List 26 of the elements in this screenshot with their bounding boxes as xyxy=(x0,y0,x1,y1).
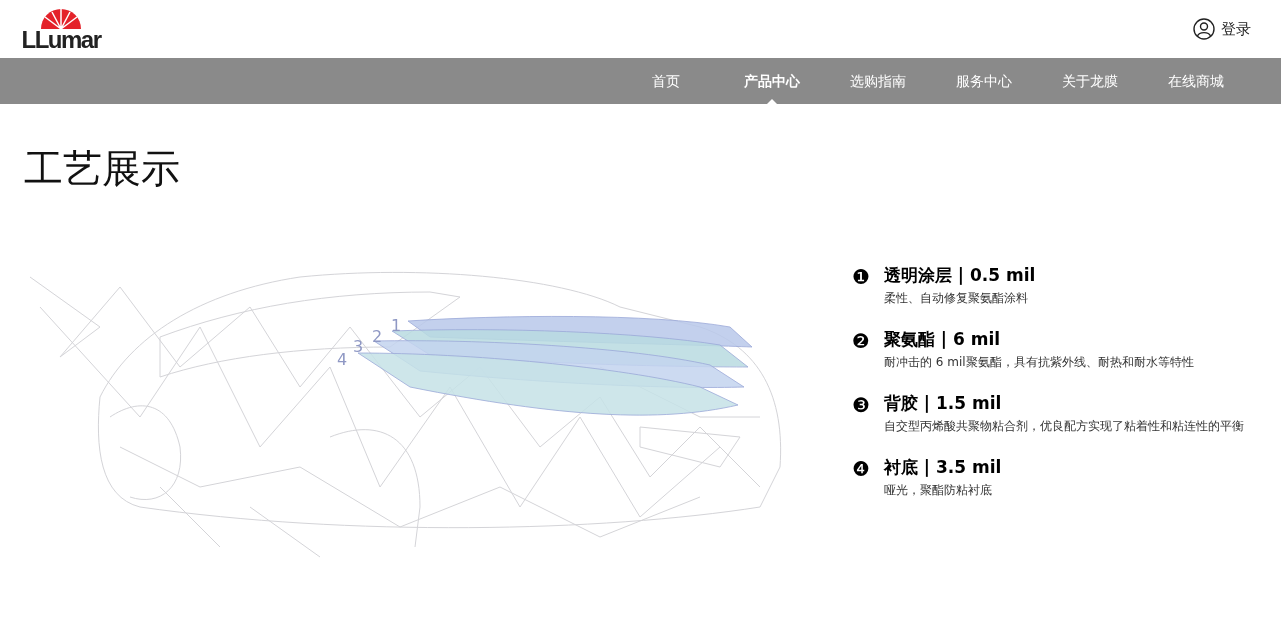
layer-title: 透明涂层 | 0.5 mil xyxy=(883,263,1036,287)
layer-title: 衬底 | 3.5 mil xyxy=(883,455,1002,479)
layer-description: 耐冲击的 6 mil聚氨酯，具有抗紫外线、耐热和耐水等特性 xyxy=(883,353,1194,371)
number-marker: ❶ xyxy=(852,264,870,289)
number-marker: ❹ xyxy=(852,456,870,481)
user-icon xyxy=(1193,18,1215,40)
layer-number: 2 xyxy=(372,326,383,346)
nav-link[interactable]: 选购指南 xyxy=(825,58,931,104)
number-marker: ❸ xyxy=(852,392,870,417)
nav-link[interactable]: 首页 xyxy=(613,58,719,104)
layer-number: 4 xyxy=(337,349,348,369)
number-marker: ❷ xyxy=(852,328,870,353)
nav-link[interactable]: 关于龙膜 xyxy=(1037,58,1143,104)
nav-link[interactable]: 产品中心 xyxy=(719,58,825,104)
nav-link[interactable]: 服务中心 xyxy=(931,58,1037,104)
layer-number: 1 xyxy=(391,315,402,335)
layer-description: 柔性、自动修复聚氨酯涂料 xyxy=(883,289,1029,307)
dome-icon xyxy=(40,8,82,30)
nav-link[interactable]: 在线商城 xyxy=(1143,58,1249,104)
layer-description: 自交型丙烯酸共聚物粘合剂，优良配方实现了粘着性和粘连性的平衡 xyxy=(883,417,1244,435)
layer-title: 背胶 | 1.5 mil xyxy=(883,391,1003,415)
login-button[interactable]: 登录 xyxy=(1193,18,1251,40)
layer-title: 聚氨酯 | 6 mil xyxy=(883,327,1002,351)
page-title: 工艺展示 xyxy=(24,146,181,193)
layer-number: 3 xyxy=(353,336,364,356)
layer-description: 哑光，聚酯防粘衬底 xyxy=(883,481,993,499)
